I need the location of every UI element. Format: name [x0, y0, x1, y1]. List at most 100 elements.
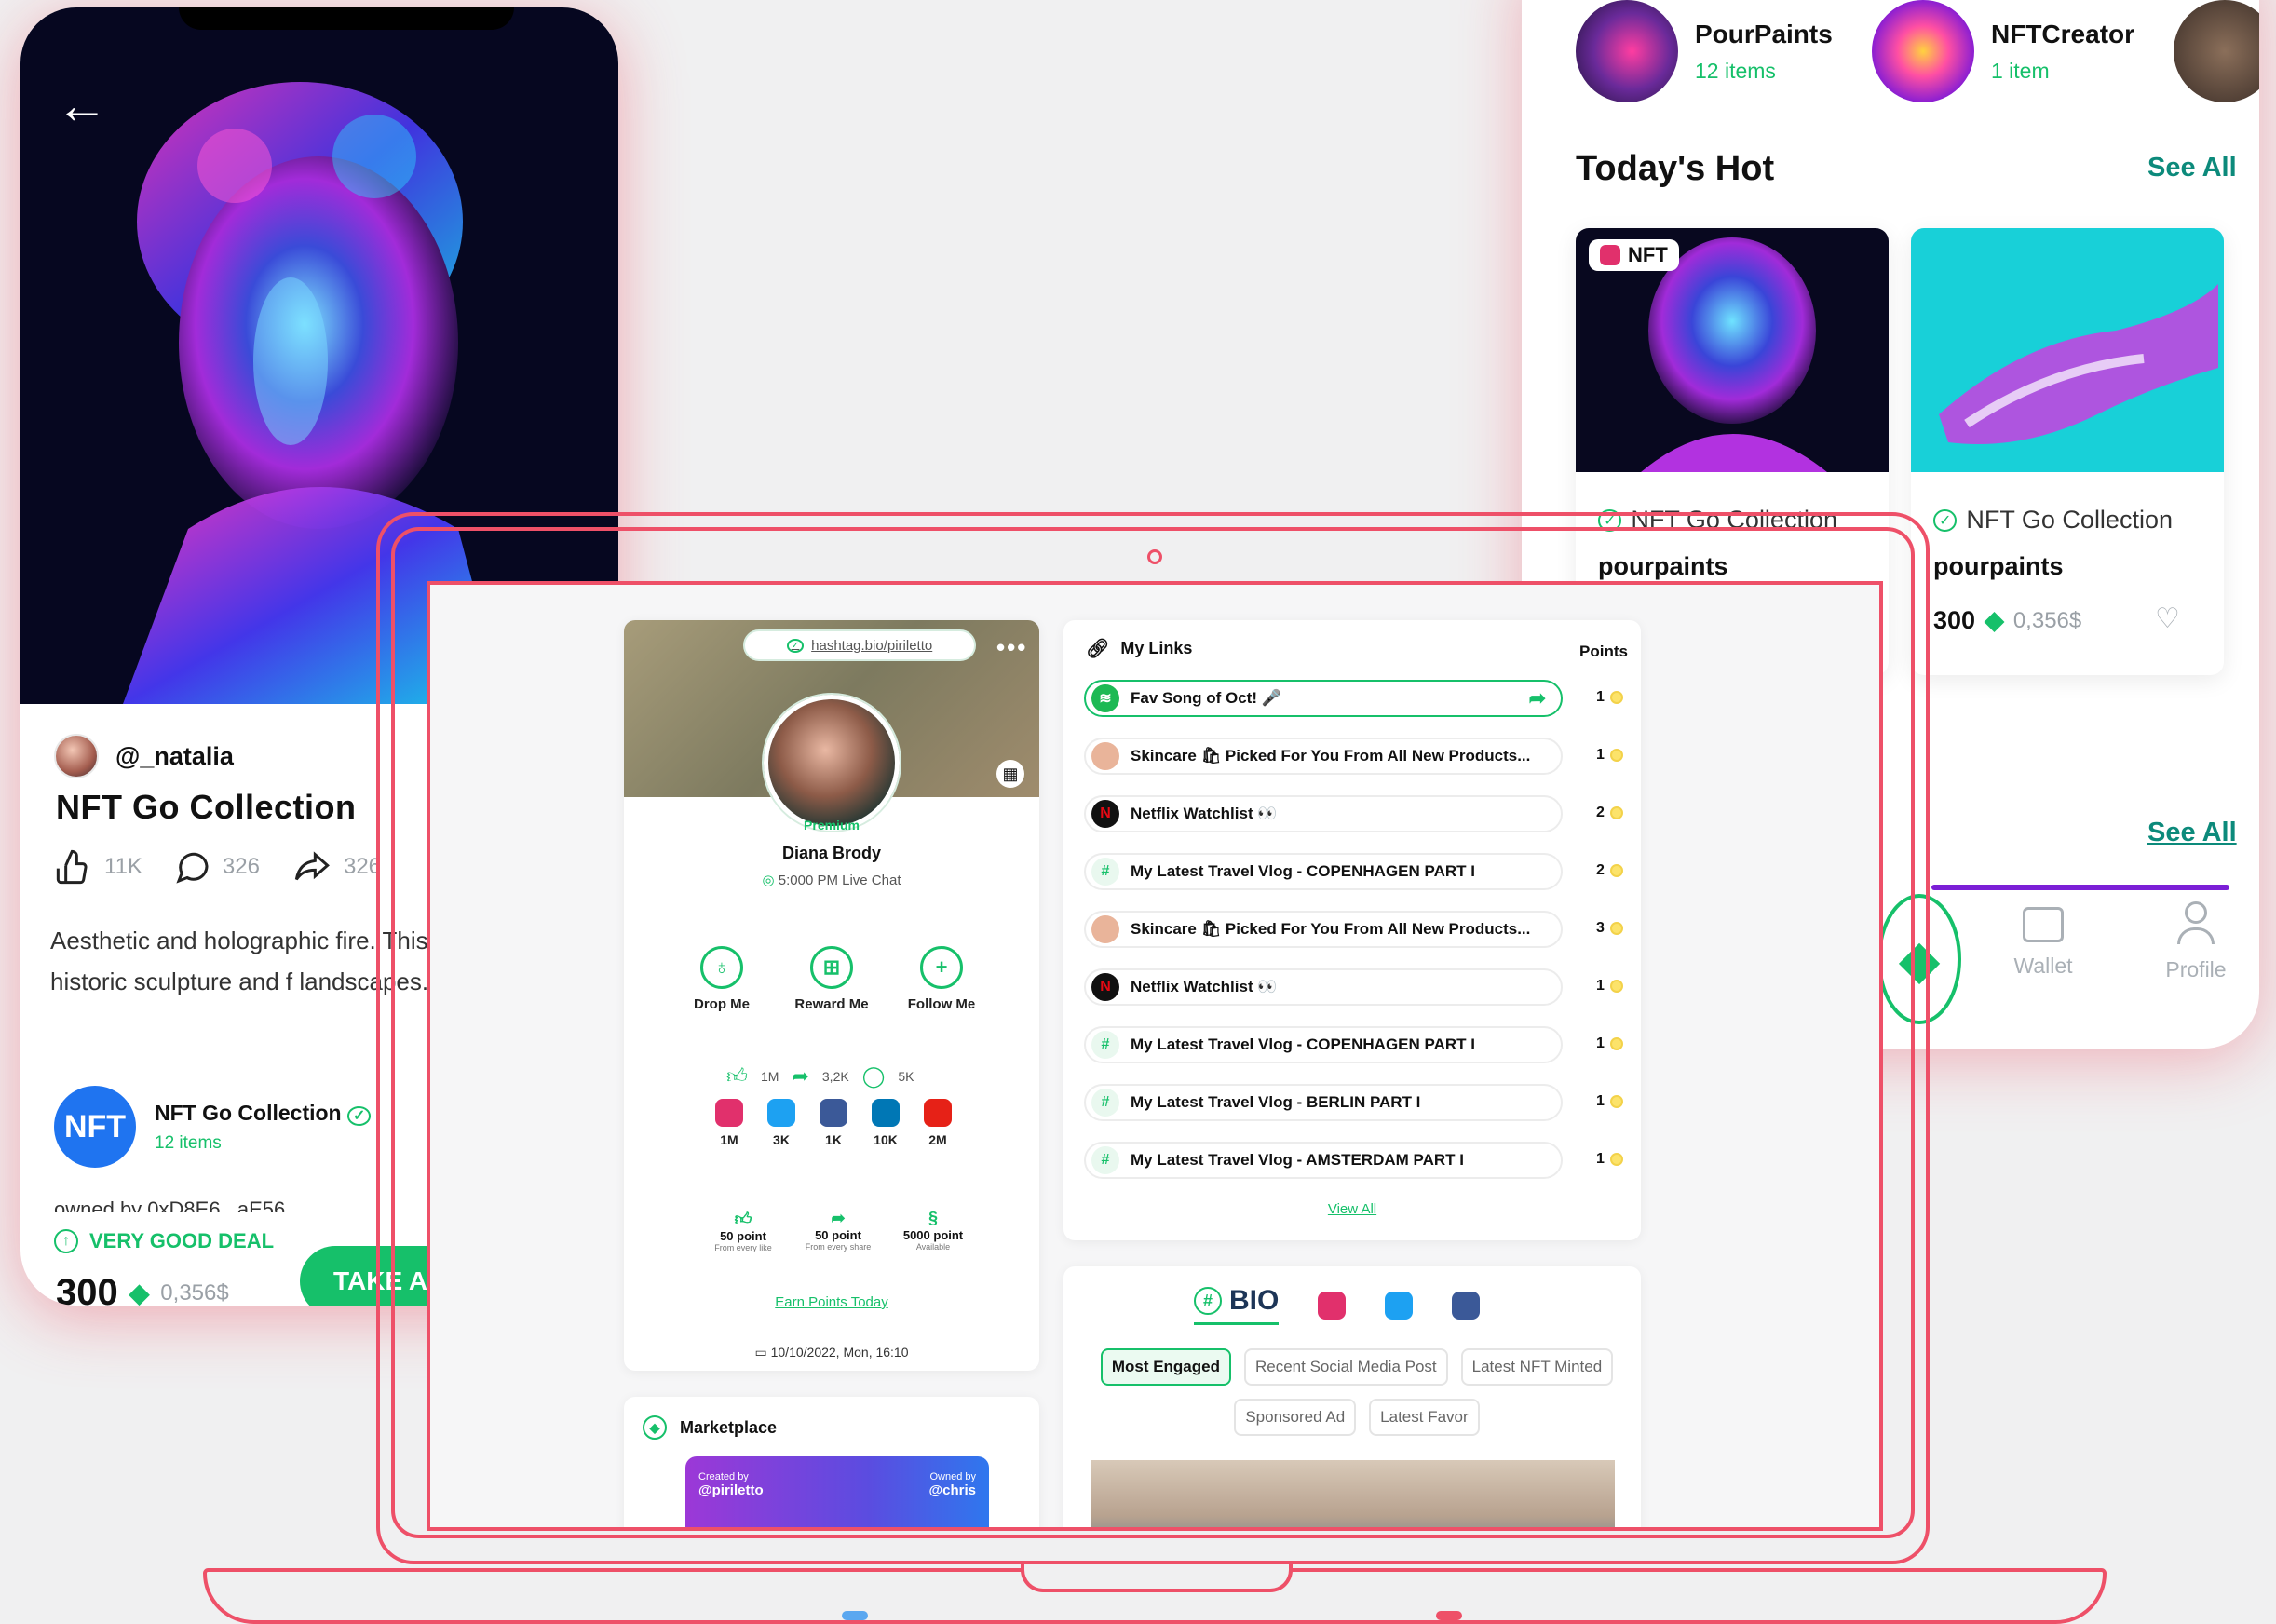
bio-post-image[interactable]	[1091, 1460, 1615, 1527]
marketplace-item[interactable]: Created by @piriletto Owned by @chris	[685, 1456, 989, 1527]
reward-me-button[interactable]: ⊞ Reward Me	[780, 946, 883, 1012]
chip-latest-favor[interactable]: Latest Favor	[1369, 1399, 1480, 1436]
link-icon: 🔗︎	[1086, 639, 1110, 659]
coin-icon	[1609, 864, 1623, 877]
engagement-row: 👍︎ 1M ➦ 3,2K ◯ 5K	[726, 1063, 914, 1089]
chip-latest-nft[interactable]: Latest NFT Minted	[1460, 1348, 1614, 1386]
collection-name: NFTCreator	[1991, 19, 2135, 48]
instagram-icon	[1600, 245, 1620, 265]
share-icon[interactable]: ➦	[1529, 686, 1546, 710]
coin-icon	[1609, 980, 1623, 993]
thumbs-up-icon	[56, 849, 88, 885]
collection-nftcreator[interactable]: NFTCreator 1 item	[1872, 0, 2134, 102]
collection-name: NFT Go Collection	[155, 1100, 342, 1125]
link-item[interactable]: N Netflix Watchlist 👀	[1084, 795, 1563, 832]
nft-card[interactable]: ✓ NFT Go Collection pourpaints 300 ◆ 0,356$…	[1911, 228, 2224, 675]
collection-items: 12 items	[155, 1132, 222, 1153]
hashtag-icon: #	[1091, 1089, 1119, 1116]
price: 300 ◆ 0,356$	[56, 1272, 229, 1306]
link-label: My Latest Travel Vlog - COPENHAGEN PART …	[1131, 862, 1475, 880]
drop-me-button[interactable]: ♁ Drop Me	[671, 946, 773, 1012]
creator-row[interactable]: @_natalia	[54, 734, 234, 778]
hashtag-icon: #	[1091, 1146, 1119, 1174]
see-all-link[interactable]: See All	[2147, 818, 2237, 848]
bio-link[interactable]: ✓ hashtag.bio/piriletto	[743, 629, 976, 661]
phone-notch	[179, 7, 514, 30]
card-price: 300 ◆ 0,356$	[1933, 606, 2082, 634]
collection-row[interactable]: NFT NFT Go Collection ✓ 12 items	[54, 1086, 372, 1168]
collection-count: 12 items	[1695, 58, 1776, 83]
social-stats: 1M 3K 1K 10K 2M	[713, 1099, 954, 1147]
social-twitter[interactable]: 3K	[765, 1099, 797, 1147]
gift-icon: ⊞	[810, 946, 853, 989]
nft-card-image	[1911, 228, 2224, 472]
my-links-card: 🔗︎ My Links Points ≋ Fav Song of Oct! 🎤 ➦ 1 S…	[1063, 620, 1641, 1240]
creator-info: Created by @piriletto	[698, 1471, 764, 1498]
tab-bio[interactable]: # BIO	[1194, 1285, 1280, 1325]
tab-facebook[interactable]	[1452, 1291, 1481, 1320]
link-item[interactable]: ≋ Fav Song of Oct! 🎤 ➦	[1084, 680, 1563, 717]
follow-me-button[interactable]: + Follow Me	[890, 946, 993, 1012]
like-button[interactable]: 11K	[54, 848, 142, 886]
view-all-link[interactable]: View All	[1063, 1201, 1641, 1217]
link-item[interactable]: # My Latest Travel Vlog - COPENHAGEN PART…	[1084, 853, 1563, 890]
points-row: 👍︎ 50 point From every like ➦ 50 point From …	[698, 1209, 978, 1252]
stats-row: 11K 326 326	[54, 848, 381, 886]
social-linkedin[interactable]: 10K	[870, 1099, 901, 1147]
links-header: 🔗︎ My Links	[1086, 639, 1193, 659]
comment-icon	[176, 852, 209, 884]
link-label: Netflix Watchlist 👀	[1131, 805, 1278, 822]
link-item[interactable]: # My Latest Travel Vlog - BERLIN PART I	[1084, 1084, 1563, 1121]
chip-recent-social[interactable]: Recent Social Media Post	[1243, 1348, 1448, 1386]
diamond-icon: ◆	[129, 1279, 150, 1306]
twitter-icon	[1385, 1291, 1414, 1320]
comment-button[interactable]: 326	[174, 848, 260, 886]
avatar-icon	[1091, 742, 1119, 770]
tab-instagram[interactable]	[1318, 1291, 1347, 1320]
verified-icon: ✓	[786, 638, 805, 653]
link-label: My Latest Travel Vlog - BERLIN PART I	[1131, 1093, 1421, 1111]
link-points: 2	[1596, 805, 1633, 821]
live-chat-time: ◎ 5:000 PM Live Chat	[762, 873, 901, 888]
link-points: 1	[1596, 689, 1633, 706]
link-item[interactable]: N Netflix Watchlist 👀	[1084, 968, 1563, 1006]
link-points: 1	[1596, 1093, 1633, 1110]
card-title: ✓ NFT Go Collection	[1933, 506, 2173, 535]
back-arrow-icon[interactable]: ←	[56, 73, 140, 138]
more-options-icon[interactable]: •••	[996, 633, 1027, 662]
social-youtube[interactable]: 2M	[922, 1099, 954, 1147]
collection-count: 1 item	[1991, 58, 2050, 83]
diamond-icon: ◆	[1985, 606, 2004, 634]
twitter-icon	[767, 1099, 795, 1127]
collection-avatar	[1576, 0, 1678, 102]
collection-pourpaints[interactable]: PourPaints 12 items	[1576, 0, 1833, 102]
heart-icon[interactable]: ♡	[2155, 602, 2180, 635]
link-points: 1	[1596, 978, 1633, 995]
see-all-link[interactable]: See All	[2147, 153, 2237, 183]
link-label: Fav Song of Oct! 🎤	[1131, 689, 1281, 707]
qr-code-icon[interactable]: ▦	[996, 760, 1024, 788]
comment-icon: ◯	[861, 1063, 886, 1088]
thumbs-up-icon: 👍︎	[726, 1064, 748, 1088]
chip-sponsored[interactable]: Sponsored Ad	[1234, 1399, 1357, 1436]
link-item[interactable]: # My Latest Travel Vlog - COPENHAGEN PART…	[1084, 1026, 1563, 1063]
link-item[interactable]: # My Latest Travel Vlog - AMSTERDAM PART …	[1084, 1142, 1563, 1179]
bio-filter-chips: Most Engaged Recent Social Media Post La…	[1091, 1348, 1622, 1436]
diamond-icon: ◆	[643, 1415, 667, 1440]
social-facebook[interactable]: 1K	[818, 1099, 849, 1147]
nav-wallet[interactable]: Wallet	[1987, 900, 2099, 979]
tab-twitter[interactable]	[1385, 1291, 1414, 1320]
coin-icon	[1609, 749, 1623, 762]
link-label: Netflix Watchlist 👀	[1131, 978, 1278, 995]
link-item[interactable]: Skincare 🛍 Picked For You From All New P…	[1084, 738, 1563, 775]
collection-avatar	[1872, 0, 1974, 102]
profile-name: Diana Brody	[781, 844, 882, 862]
collection-avatar[interactable]	[2174, 0, 2259, 102]
link-item[interactable]: Skincare 🛍 Picked For You From All New P…	[1084, 911, 1563, 948]
chip-most-engaged[interactable]: Most Engaged	[1100, 1348, 1231, 1386]
points-like: 👍︎ 50 point From every like	[698, 1209, 788, 1252]
nav-profile[interactable]: Profile	[2140, 900, 2252, 982]
share-button[interactable]: 326	[291, 848, 381, 886]
social-instagram[interactable]: 1M	[713, 1099, 745, 1147]
earn-points-link[interactable]: Earn Points Today	[624, 1294, 1039, 1310]
